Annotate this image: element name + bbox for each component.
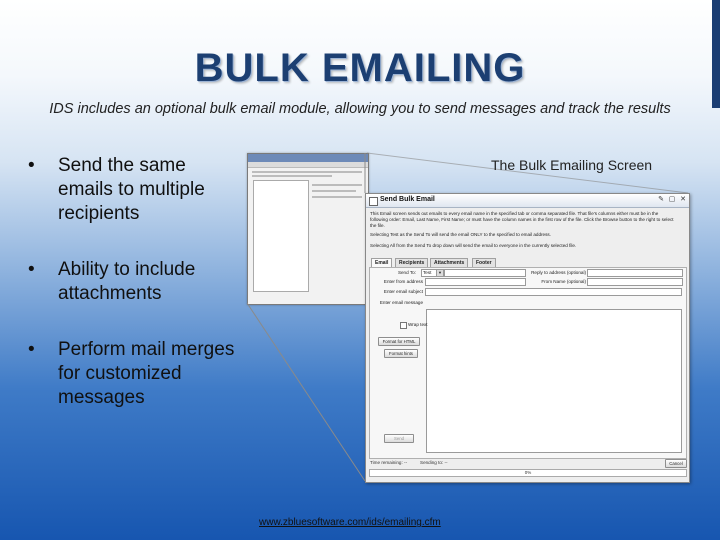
info-text: the file. (370, 223, 385, 228)
maximize-icon[interactable]: ▢ (668, 196, 676, 204)
thumbnail-titlebar (248, 154, 368, 162)
bullet-dot: • (28, 339, 35, 360)
send-to-label: Send To: (397, 270, 416, 275)
message-label: Enter email message (379, 300, 423, 305)
chevron-down-icon[interactable]: ▼ (436, 270, 443, 276)
from-name-field[interactable] (587, 278, 683, 286)
close-icon[interactable]: ✕ (679, 196, 687, 204)
subject-field[interactable] (425, 288, 682, 296)
edit-icon[interactable]: ✎ (657, 196, 665, 204)
thumbnail-line (312, 190, 356, 192)
send-to-address-field[interactable] (444, 269, 526, 277)
bullet-text: Perform mail merges for customized messa… (58, 339, 235, 408)
send-button[interactable]: Send (384, 434, 414, 443)
from-address-field[interactable] (425, 278, 526, 286)
bullet-item: • Perform mail merges for customized mes… (28, 338, 238, 410)
info-text: Selecting All from the Send To drop down… (370, 243, 577, 248)
tab-attachments[interactable]: Attachments (430, 258, 469, 267)
format-html-button[interactable]: Format for HTML (378, 337, 420, 346)
message-textarea[interactable] (426, 309, 682, 453)
bullet-item: • Send the same emails to multiple recip… (28, 154, 238, 226)
dialog-title: Send Bulk Email (380, 196, 435, 203)
window-icon (369, 197, 378, 206)
thumbnail-line (252, 171, 362, 173)
thumbnail-menubar (248, 162, 368, 168)
bullet-text: Ability to include attachments (58, 259, 196, 304)
from-address-label: Enter from address (383, 279, 423, 284)
footer-link[interactable]: www.zbluesoftware.com/ids/emailing.cfm (259, 517, 441, 528)
thumbnail-line (312, 196, 362, 198)
sending-to: Sending to: -- (420, 460, 448, 465)
send-to-select[interactable]: Test ▼ (421, 269, 444, 277)
bullet-item: • Ability to include attachments (28, 258, 238, 306)
progress-bar: 0% (369, 469, 687, 477)
reply-to-label: Reply to address (optional) (531, 270, 586, 275)
send-bulk-email-dialog: Send Bulk Email ✎ ▢ ✕ This Email screen … (365, 193, 690, 483)
email-tab-panel: Send To: Test ▼ Reply to address (option… (369, 267, 687, 459)
tab-footer[interactable]: Footer (472, 258, 496, 267)
send-to-value: Test (423, 270, 432, 275)
thumbnail-panel (253, 180, 309, 292)
wrap-text-label: Wrap text (408, 322, 428, 327)
screen-caption: The Bulk Emailing Screen (491, 157, 653, 173)
from-name-label: From Name (optional) (541, 279, 586, 284)
dialog-titlebar: Send Bulk Email ✎ ▢ ✕ (366, 194, 689, 208)
tab-recipients[interactable]: Recipients (395, 258, 429, 267)
slide-subtitle: IDS includes an optional bulk email modu… (49, 101, 671, 117)
thumbnail-line (312, 184, 362, 186)
slide-title: BULK EMAILING (194, 46, 526, 90)
time-remaining: Time remaining: -- (370, 460, 408, 465)
bullet-dot: • (28, 155, 35, 176)
thumbnail-line (252, 175, 332, 177)
subject-label: Enter email subject (383, 289, 423, 294)
bullet-text: Send the same emails to multiple recipie… (58, 155, 205, 224)
format-hints-button[interactable]: Format hints (384, 349, 418, 358)
info-text: following order: Email, Last Name, First… (370, 217, 674, 222)
info-text: This Email screen sends out emails to ev… (370, 211, 659, 216)
reply-to-field[interactable] (587, 269, 683, 277)
info-text: Selecting Test as the Send To will send … (370, 232, 551, 237)
bullet-dot: • (28, 259, 35, 280)
cancel-button[interactable]: Cancel (665, 459, 687, 468)
app-thumbnail (247, 153, 369, 305)
wrap-text-checkbox[interactable] (400, 322, 407, 329)
